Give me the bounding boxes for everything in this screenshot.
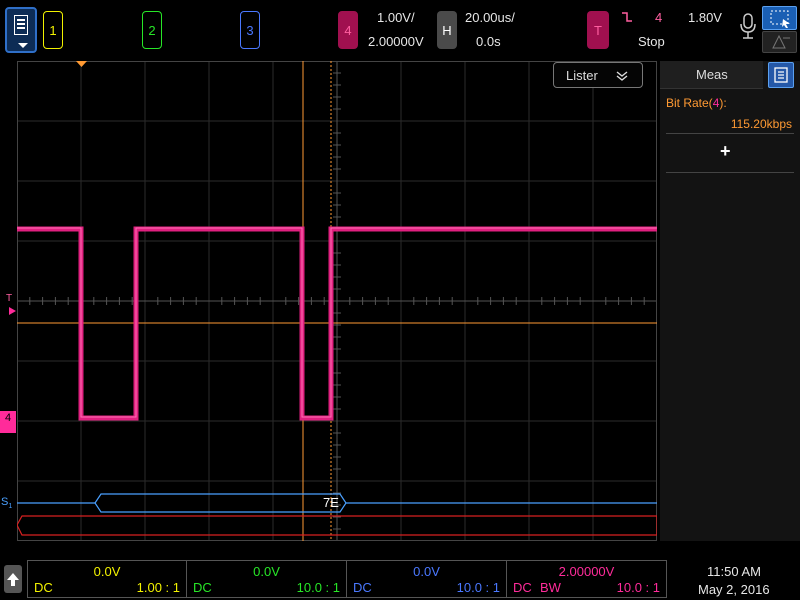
ch4-bw-limit: BW: [540, 580, 561, 595]
time-scale[interactable]: 20.00us/: [465, 10, 515, 25]
channel-4-ground-label: 4: [4, 412, 12, 424]
zoom-box-button[interactable]: [762, 6, 797, 30]
home-button[interactable]: [4, 565, 22, 593]
channel-4-status[interactable]: 2.00000V DC BW 10.0 : 1: [507, 560, 667, 598]
channel-4-label: 4: [344, 22, 352, 38]
trigger-source: 4: [655, 10, 663, 25]
divider: [666, 133, 794, 134]
ch2-offset: 0.0V: [253, 564, 280, 579]
up-arrow-icon: [7, 573, 19, 586]
main-menu-button[interactable]: [5, 7, 37, 53]
list-icon: [774, 67, 788, 83]
lister-button[interactable]: Lister: [553, 62, 643, 88]
channel-3-button[interactable]: 3: [240, 11, 260, 49]
decode-value: 7E: [323, 495, 339, 510]
tab-meas[interactable]: Meas: [660, 61, 763, 89]
channel-1-label: 1: [49, 22, 57, 38]
bit-rate-label[interactable]: Bit Rate(4):: [666, 96, 727, 110]
chevron-down-icon: [18, 43, 28, 48]
channel-4-ground-marker[interactable]: 4: [0, 411, 16, 433]
channel-2-status[interactable]: 0.0V DC 10.0 : 1: [187, 560, 347, 598]
microphone-icon[interactable]: [737, 12, 759, 42]
top-toolbar: 1 2 3 4 1.00V/ 2.00000V H 20.00us/ 0.0s …: [0, 0, 800, 60]
trigger-level[interactable]: 1.80V: [688, 10, 722, 25]
channel-3-label: 3: [246, 22, 254, 38]
divider: [666, 172, 794, 173]
zoom-box-icon: [770, 10, 790, 28]
time-delay[interactable]: 0.0s: [476, 34, 501, 49]
ch1-coupling: DC: [34, 580, 53, 595]
channel-2-button[interactable]: 2: [142, 11, 162, 49]
lister-label: Lister: [566, 68, 598, 83]
horizontal-button[interactable]: H: [437, 11, 457, 49]
clock-time: 11:50 AM: [707, 564, 761, 579]
trigger-button[interactable]: T: [587, 11, 609, 49]
zoom-undo-button[interactable]: [762, 31, 797, 53]
ch2-coupling: DC: [193, 580, 212, 595]
bit-rate-name: Bit Rate(: [666, 96, 713, 110]
panel-list-button[interactable]: [768, 62, 794, 88]
waveform-display[interactable]: 7E: [16, 61, 658, 541]
channel-1-status[interactable]: 0.0V DC 1.00 : 1: [27, 560, 187, 598]
serial-bus-marker: S1: [1, 496, 12, 510]
bit-rate-value: 115.20kbps: [730, 117, 792, 131]
trigger-level-arrow-icon: [9, 307, 16, 315]
ch4-scale[interactable]: 1.00V/: [377, 10, 415, 25]
channel-2-label: 2: [148, 22, 156, 38]
ch1-offset: 0.0V: [93, 564, 121, 579]
zoom-undo-icon: [772, 34, 790, 49]
ch4-probe: 10.0 : 1: [616, 580, 660, 595]
waveform-grid: [16, 61, 658, 541]
ch4-coupling: DC: [513, 580, 532, 595]
ch2-probe: 10.0 : 1: [296, 580, 340, 595]
channel-3-status[interactable]: 0.0V DC 10.0 : 1: [347, 560, 507, 598]
channel-1-button[interactable]: 1: [43, 11, 63, 49]
ch4-offset: 2.00000V: [558, 564, 615, 579]
add-measurement-button[interactable]: +: [720, 141, 731, 162]
ch4-offset[interactable]: 2.00000V: [368, 34, 424, 49]
horizontal-label: H: [442, 22, 452, 38]
measurement-panel: Meas Bit Rate(4): 115.20kbps +: [660, 61, 800, 541]
trigger-level-marker: T: [6, 293, 13, 304]
tab-meas-label: Meas: [696, 67, 728, 82]
ch3-coupling: DC: [353, 580, 372, 595]
clock-date: May 2, 2016: [698, 582, 770, 597]
ch1-probe: 1.00 : 1: [136, 580, 180, 595]
trigger-position-marker-icon: [76, 61, 87, 67]
menu-icon: [14, 15, 28, 35]
ch3-offset: 0.0V: [413, 564, 440, 579]
serial-bus-sub: 1: [8, 503, 13, 511]
run-state: Stop: [638, 34, 665, 49]
chevron-down-icon: [616, 71, 628, 81]
falling-edge-icon: [622, 12, 632, 22]
ch3-probe: 10.0 : 1: [456, 580, 500, 595]
channel-4-button[interactable]: 4: [338, 11, 358, 49]
bit-rate-suffix: ):: [719, 96, 727, 110]
trigger-label: T: [594, 22, 602, 38]
